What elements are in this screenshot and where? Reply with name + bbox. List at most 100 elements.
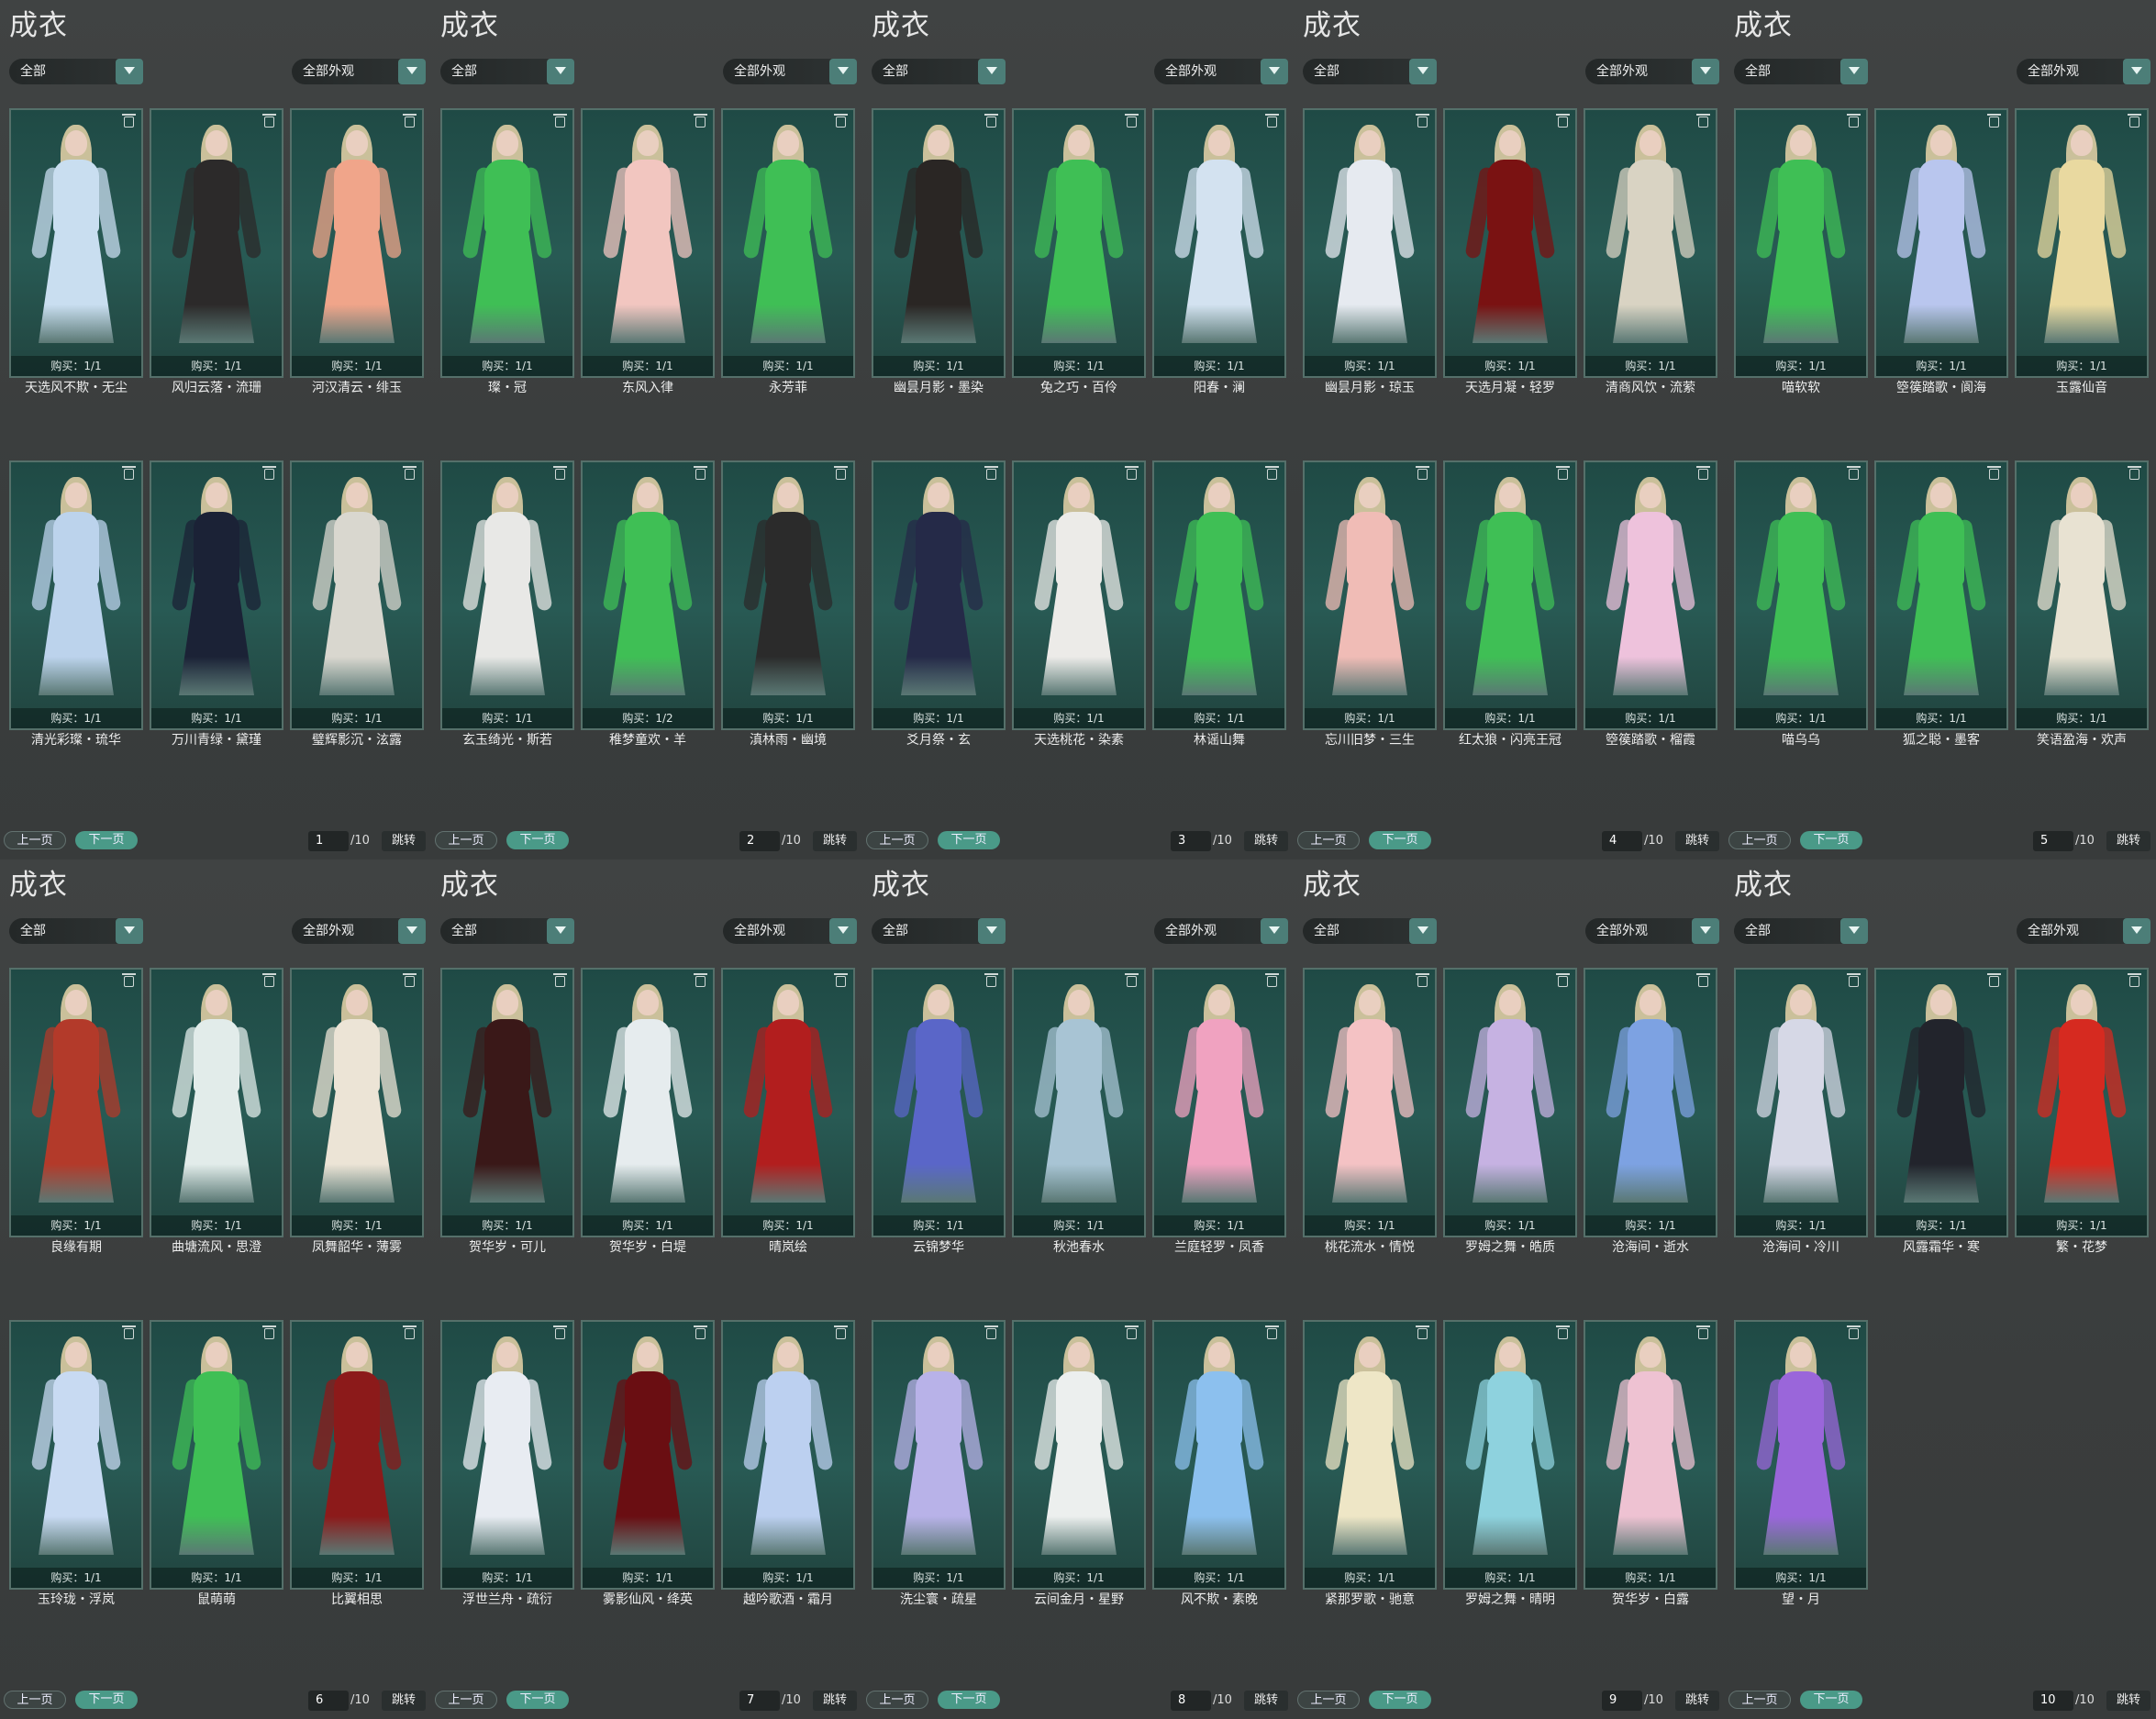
next-page-button[interactable]: 下一页	[75, 831, 138, 849]
outfit-card[interactable]: 购买：1/1	[721, 1320, 855, 1590]
page-number-input[interactable]: 6	[308, 1691, 349, 1711]
jump-button[interactable]: 跳转	[1675, 1691, 1719, 1711]
outfit-card[interactable]: 购买：1/1	[1443, 968, 1577, 1237]
outfit-card[interactable]: 购买：1/1	[1584, 108, 1717, 378]
jump-button[interactable]: 跳转	[2106, 1691, 2150, 1711]
outfit-card[interactable]: 购买：1/1	[1584, 1320, 1717, 1590]
outfit-card[interactable]: 购买：1/1	[9, 108, 143, 378]
appearance-filter-dropdown[interactable]: 全部外观	[2017, 918, 2150, 944]
next-page-button[interactable]: 下一页	[938, 1691, 1000, 1709]
prev-page-button[interactable]: 上一页	[435, 1691, 497, 1709]
outfit-card[interactable]: 购买：1/1	[872, 460, 1006, 730]
outfit-card[interactable]: 购买：1/1	[1303, 968, 1437, 1237]
chevron-down-icon[interactable]	[1261, 59, 1288, 84]
outfit-card[interactable]: 购买：1/1	[1152, 108, 1286, 378]
category-filter-dropdown[interactable]: 全部	[1734, 918, 1868, 944]
next-page-button[interactable]: 下一页	[1369, 831, 1431, 849]
outfit-card[interactable]: 购买：1/1	[581, 968, 715, 1237]
chevron-down-icon[interactable]	[1261, 918, 1288, 944]
outfit-card[interactable]: 购买：1/1	[440, 1320, 574, 1590]
appearance-filter-dropdown[interactable]: 全部外观	[723, 59, 857, 84]
chevron-down-icon[interactable]	[116, 918, 143, 944]
outfit-card[interactable]: 购买：1/1	[1734, 108, 1868, 378]
chevron-down-icon[interactable]	[1840, 918, 1868, 944]
jump-button[interactable]: 跳转	[2106, 831, 2150, 851]
outfit-card[interactable]: 购买：1/1	[150, 460, 283, 730]
category-filter-dropdown[interactable]: 全部	[440, 918, 574, 944]
chevron-down-icon[interactable]	[398, 59, 426, 84]
chevron-down-icon[interactable]	[1692, 918, 1719, 944]
outfit-card[interactable]: 购买：1/1	[1012, 1320, 1146, 1590]
outfit-card[interactable]: 购买：1/1	[1152, 1320, 1286, 1590]
outfit-card[interactable]: 购买：1/1	[721, 968, 855, 1237]
outfit-card[interactable]: 购买：1/1	[2015, 108, 2149, 378]
jump-button[interactable]: 跳转	[813, 1691, 857, 1711]
page-number-input[interactable]: 8	[1171, 1691, 1211, 1711]
outfit-card[interactable]: 购买：1/1	[440, 108, 574, 378]
outfit-card[interactable]: 购买：1/1	[1012, 108, 1146, 378]
outfit-card[interactable]: 购买：1/1	[290, 968, 424, 1237]
outfit-card[interactable]: 购买：1/1	[581, 108, 715, 378]
appearance-filter-dropdown[interactable]: 全部外观	[1154, 59, 1288, 84]
appearance-filter-dropdown[interactable]: 全部外观	[1585, 59, 1719, 84]
chevron-down-icon[interactable]	[547, 59, 574, 84]
chevron-down-icon[interactable]	[978, 918, 1006, 944]
chevron-down-icon[interactable]	[1692, 59, 1719, 84]
outfit-card[interactable]: 购买：1/1	[2015, 968, 2149, 1237]
outfit-card[interactable]: 购买：1/1	[1734, 1320, 1868, 1590]
jump-button[interactable]: 跳转	[813, 831, 857, 851]
chevron-down-icon[interactable]	[547, 918, 574, 944]
prev-page-button[interactable]: 上一页	[1297, 831, 1360, 849]
page-number-input[interactable]: 9	[1602, 1691, 1642, 1711]
outfit-card[interactable]: 购买：1/1	[1443, 108, 1577, 378]
outfit-card[interactable]: 购买：1/1	[1012, 460, 1146, 730]
next-page-button[interactable]: 下一页	[1800, 1691, 1862, 1709]
outfit-card[interactable]: 购买：1/1	[1012, 968, 1146, 1237]
page-number-input[interactable]: 3	[1171, 831, 1211, 851]
chevron-down-icon[interactable]	[829, 918, 857, 944]
outfit-card[interactable]: 购买：1/1	[1152, 460, 1286, 730]
outfit-card[interactable]: 购买：1/1	[1874, 108, 2008, 378]
prev-page-button[interactable]: 上一页	[1728, 1691, 1791, 1709]
jump-button[interactable]: 跳转	[1244, 831, 1288, 851]
category-filter-dropdown[interactable]: 全部	[872, 59, 1006, 84]
outfit-card[interactable]: 购买：1/1	[150, 108, 283, 378]
jump-button[interactable]: 跳转	[1675, 831, 1719, 851]
chevron-down-icon[interactable]	[1409, 918, 1437, 944]
outfit-card[interactable]: 购买：1/1	[290, 460, 424, 730]
prev-page-button[interactable]: 上一页	[435, 831, 497, 849]
outfit-card[interactable]: 购买：1/1	[1303, 460, 1437, 730]
next-page-button[interactable]: 下一页	[506, 1691, 569, 1709]
outfit-card[interactable]: 购买：1/1	[1734, 968, 1868, 1237]
outfit-card[interactable]: 购买：1/1	[872, 968, 1006, 1237]
outfit-card[interactable]: 购买：1/1	[721, 460, 855, 730]
category-filter-dropdown[interactable]: 全部	[872, 918, 1006, 944]
next-page-button[interactable]: 下一页	[938, 831, 1000, 849]
next-page-button[interactable]: 下一页	[1800, 831, 1862, 849]
outfit-card[interactable]: 购买：1/1	[440, 460, 574, 730]
outfit-card[interactable]: 购买：1/1	[290, 108, 424, 378]
prev-page-button[interactable]: 上一页	[4, 1691, 66, 1709]
outfit-card[interactable]: 购买：1/1	[1874, 460, 2008, 730]
outfit-card[interactable]: 购买：1/1	[150, 1320, 283, 1590]
next-page-button[interactable]: 下一页	[75, 1691, 138, 1709]
page-number-input[interactable]: 7	[739, 1691, 780, 1711]
outfit-card[interactable]: 购买：1/1	[2015, 460, 2149, 730]
category-filter-dropdown[interactable]: 全部	[9, 918, 143, 944]
page-number-input[interactable]: 5	[2033, 831, 2073, 851]
outfit-card[interactable]: 购买：1/1	[1443, 460, 1577, 730]
category-filter-dropdown[interactable]: 全部	[1734, 59, 1868, 84]
jump-button[interactable]: 跳转	[1244, 1691, 1288, 1711]
next-page-button[interactable]: 下一页	[1369, 1691, 1431, 1709]
outfit-card[interactable]: 购买：1/1	[290, 1320, 424, 1590]
chevron-down-icon[interactable]	[829, 59, 857, 84]
outfit-card[interactable]: 购买：1/1	[440, 968, 574, 1237]
appearance-filter-dropdown[interactable]: 全部外观	[292, 918, 426, 944]
chevron-down-icon[interactable]	[116, 59, 143, 84]
jump-button[interactable]: 跳转	[382, 831, 426, 851]
category-filter-dropdown[interactable]: 全部	[1303, 59, 1437, 84]
page-number-input[interactable]: 4	[1602, 831, 1642, 851]
page-number-input[interactable]: 1	[308, 831, 349, 851]
chevron-down-icon[interactable]	[978, 59, 1006, 84]
outfit-card[interactable]: 购买：1/1	[1584, 460, 1717, 730]
